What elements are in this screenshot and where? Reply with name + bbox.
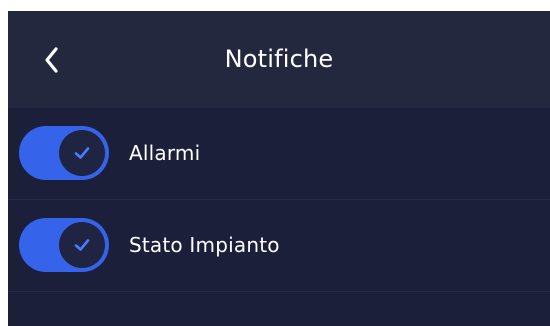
setting-row-stato-impianto: Stato Impianto [8, 200, 550, 292]
check-icon [74, 239, 90, 251]
header-bar: Notifiche [8, 11, 550, 108]
toggle-knob [59, 222, 105, 268]
back-button[interactable] [36, 43, 70, 77]
stato-impianto-toggle[interactable] [19, 218, 109, 272]
notifications-screen: Notifiche Allarmi Stato Impianto [8, 11, 550, 326]
setting-label: Stato Impianto [129, 233, 280, 257]
setting-label: Allarmi [129, 141, 201, 165]
chevron-left-icon [36, 43, 70, 77]
check-icon [74, 147, 90, 159]
page-title: Notifiche [224, 45, 334, 73]
allarmi-toggle[interactable] [19, 126, 109, 180]
toggle-knob [59, 130, 105, 176]
setting-row-allarmi: Allarmi [8, 108, 550, 200]
